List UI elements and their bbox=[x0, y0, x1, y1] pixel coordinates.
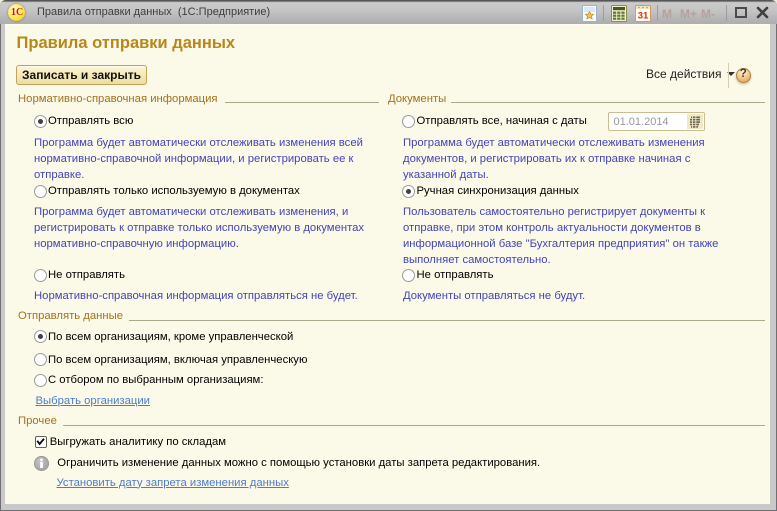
svg-text:31: 31 bbox=[638, 10, 649, 21]
